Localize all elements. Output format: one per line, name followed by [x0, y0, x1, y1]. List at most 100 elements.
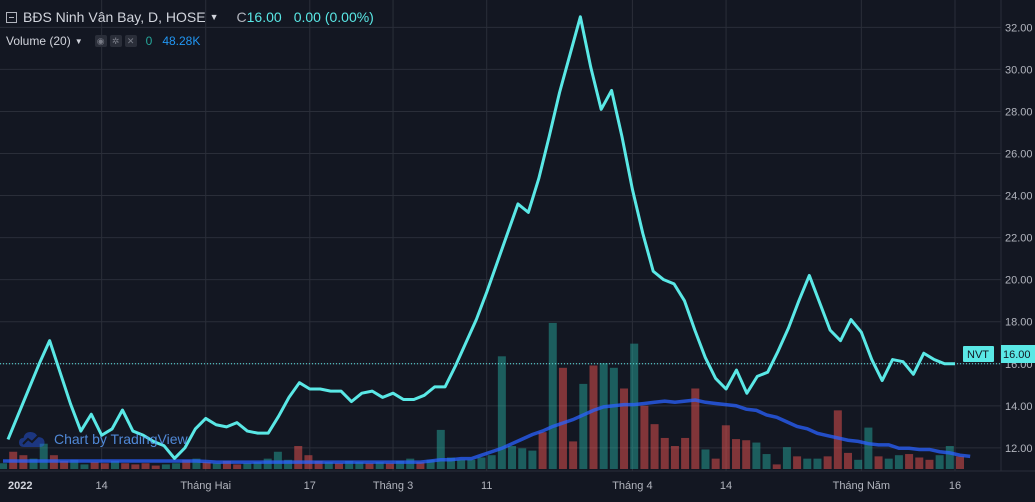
price-tag-value: 16.00 [1003, 349, 1031, 361]
volume-bar [894, 455, 903, 469]
volume-bar [161, 464, 170, 469]
volume-bar [905, 454, 914, 469]
x-tick-label: 16 [949, 480, 961, 492]
volume-bar [864, 427, 873, 469]
volume-bar [141, 463, 150, 469]
volume-bar [487, 455, 496, 469]
volume-title[interactable]: Volume (20) [6, 34, 71, 48]
volume-bar [90, 462, 99, 469]
y-tick-label: 18.00 [1005, 317, 1033, 329]
volume-bar [925, 459, 934, 469]
vertical-grid [101, 0, 956, 471]
change-value: 0.00 (0.00%) [293, 9, 374, 25]
x-tick-label: 11 [481, 480, 492, 492]
symbol-title[interactable]: BĐS Ninh Vân Bay, D, HOSE [23, 9, 206, 25]
close-label: C [236, 9, 247, 25]
volume-ma-value: 48.28K [162, 34, 201, 48]
volume-bar [477, 457, 486, 469]
volume-bar [233, 464, 242, 469]
price-chart[interactable]: 12.00 14.00 16.00 18.00 20.00 22.00 24.00 26.00… [0, 0, 1035, 497]
volume-bar [915, 457, 924, 469]
volume-bar [518, 448, 527, 469]
volume-bar [742, 440, 751, 469]
x-tick-label: 2022 [8, 480, 32, 492]
volume-bar [609, 367, 618, 469]
volume-bar [121, 463, 130, 469]
volume-bar [589, 365, 598, 469]
volume-bar [640, 405, 649, 469]
price-axis[interactable]: 12.00 14.00 16.00 18.00 20.00 22.00 24.00 26.00… [1005, 22, 1033, 455]
volume-bar [80, 464, 89, 469]
x-tick-label: 17 [304, 480, 316, 492]
volume-bar [884, 458, 893, 469]
volume-bar [956, 456, 964, 469]
volume-bar [436, 429, 445, 469]
volume-bar [844, 452, 853, 469]
volume-value: 0 [145, 34, 153, 48]
volume-bar [701, 449, 710, 469]
x-tick-label: Tháng Hai [180, 480, 231, 492]
volume-bar [243, 463, 252, 469]
volume-bar [793, 456, 802, 469]
x-tick-label: Tháng 3 [373, 480, 413, 492]
volume-bar [620, 388, 629, 469]
caret-down-icon[interactable]: ▼ [75, 37, 83, 46]
main-series-legend: BĐS Ninh Vân Bay, D, HOSE ▼ C 16.00 0.00… [6, 9, 374, 25]
volume-bar [854, 459, 863, 469]
x-tick-label: 14 [96, 480, 108, 492]
volume-bar [762, 454, 771, 469]
y-tick-label: 28.00 [1005, 106, 1033, 118]
volume-bar [294, 446, 303, 469]
volume-bar [803, 458, 812, 469]
volume-bar [538, 432, 547, 469]
volume-bar [670, 446, 679, 469]
volume-bar [945, 446, 954, 469]
volume-bar [711, 458, 720, 469]
volume-bar [681, 437, 690, 469]
volume-bar [467, 459, 476, 469]
y-tick-label: 22.00 [1005, 233, 1033, 245]
price-tag: NVT 16.00 [963, 345, 1035, 363]
close-icon[interactable]: ✕ [124, 35, 137, 47]
volume-bar [660, 437, 669, 469]
y-tick-label: 24.00 [1005, 191, 1033, 203]
volume-bar [528, 450, 537, 469]
y-tick-label: 20.00 [1005, 275, 1033, 287]
volume-bar [334, 463, 343, 469]
volume-bar [813, 458, 822, 469]
tradingview-cloud-icon [18, 428, 46, 450]
volume-bar [100, 463, 109, 469]
time-axis[interactable]: 2022 14 Tháng Hai 17 Tháng 3 11 Tháng 4 14 Tháng… [8, 480, 961, 492]
close-value: 16.00 [246, 9, 282, 25]
volume-bar [131, 464, 140, 469]
volume-bar [732, 439, 741, 469]
volume-bar [508, 446, 517, 469]
chart[interactable]: 12.00 14.00 16.00 18.00 20.00 22.00 24.00 26.00… [0, 0, 1035, 497]
volume-bar [772, 464, 781, 469]
watermark-text: Chart by TradingView [54, 431, 188, 447]
y-tick-label: 14.00 [1005, 401, 1033, 413]
volume-bar [212, 463, 221, 469]
volume-bar [497, 356, 506, 469]
volume-bar [823, 456, 832, 469]
y-tick-label: 26.00 [1005, 148, 1033, 160]
volume-bar [874, 456, 883, 469]
volume-bar [579, 383, 588, 469]
volume-bar [172, 463, 181, 469]
price-tag-symbol: NVT [967, 349, 989, 361]
volume-legend: Volume (20) ▼ ◉ ✲ ✕ 0 48.28K [6, 34, 200, 48]
volume-bar [752, 442, 761, 469]
collapse-icon[interactable] [6, 11, 17, 23]
volume-bar [650, 424, 659, 469]
caret-down-icon[interactable]: ▼ [210, 12, 219, 22]
y-tick-label: 12.00 [1005, 443, 1033, 455]
gear-icon[interactable]: ✲ [109, 35, 122, 47]
eye-icon[interactable]: ◉ [94, 35, 107, 47]
volume-bar [548, 322, 557, 469]
volume-bar [721, 425, 730, 469]
volume-bar [0, 463, 7, 469]
tradingview-watermark[interactable]: Chart by TradingView [18, 428, 188, 450]
volume-bar [457, 459, 466, 469]
y-tick-label: 32.00 [1005, 22, 1033, 34]
volume-bar [365, 463, 374, 469]
